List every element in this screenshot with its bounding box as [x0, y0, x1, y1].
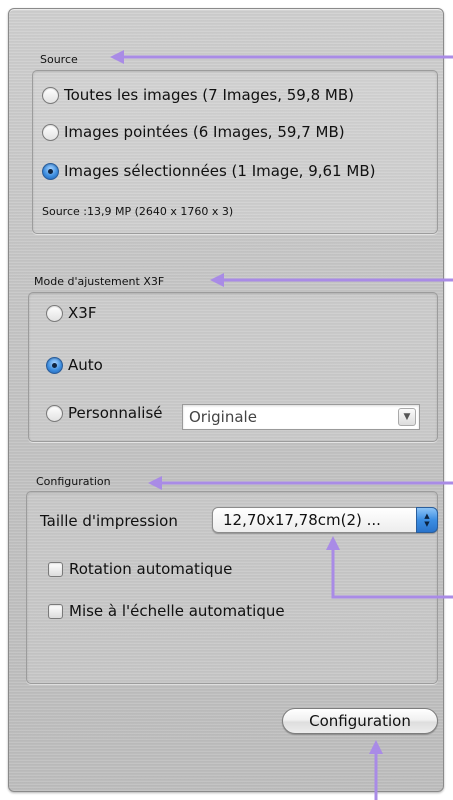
- radio-x3f-indicator[interactable]: [46, 304, 63, 322]
- source-group-label: Source: [40, 53, 78, 66]
- radio-selected-images-indicator[interactable]: [42, 162, 59, 180]
- source-info: Source :13,9 MP (2640 x 1760 x 3): [42, 205, 234, 218]
- radio-selected-images[interactable]: Images sélectionnées (1 Image, 9,61 MB): [42, 162, 375, 180]
- radio-all-images-label: Toutes les images (7 Images, 59,8 MB): [64, 86, 355, 104]
- radio-custom-label: Personnalisé: [68, 404, 163, 422]
- chevron-down-icon[interactable]: ▼: [398, 408, 416, 426]
- radio-flagged-images-label: Images pointées (6 Images, 59,7 MB): [64, 123, 345, 141]
- radio-flagged-images[interactable]: Images pointées (6 Images, 59,7 MB): [42, 123, 345, 141]
- print-size-popup[interactable]: 12,70x17,78cm(2) ... ▲ ▼: [212, 507, 438, 533]
- radio-flagged-images-indicator[interactable]: [42, 123, 59, 141]
- radio-selected-images-label: Images sélectionnées (1 Image, 9,61 MB): [64, 162, 376, 180]
- radio-custom-indicator[interactable]: [46, 404, 63, 422]
- auto-rotate-checkbox[interactable]: [48, 561, 63, 577]
- custom-mode-value: Originale: [189, 408, 257, 426]
- auto-scale-label: Mise à l'échelle automatique: [69, 602, 285, 620]
- auto-scale-checkbox-row[interactable]: Mise à l'échelle automatique: [48, 602, 285, 620]
- auto-scale-checkbox[interactable]: [48, 603, 63, 619]
- radio-x3f-label: X3F: [68, 304, 97, 322]
- print-size-value: 12,70x17,78cm(2) ...: [223, 511, 381, 529]
- auto-rotate-checkbox-row[interactable]: Rotation automatique: [48, 560, 232, 578]
- radio-custom[interactable]: Personnalisé: [46, 404, 162, 422]
- custom-mode-combo[interactable]: Originale ▼: [182, 404, 420, 430]
- configuration-group-label: Configuration: [36, 475, 111, 488]
- radio-auto-indicator[interactable]: [46, 356, 63, 374]
- radio-all-images[interactable]: Toutes les images (7 Images, 59,8 MB): [42, 86, 354, 104]
- radio-auto[interactable]: Auto: [46, 356, 103, 374]
- radio-x3f[interactable]: X3F: [46, 304, 96, 322]
- up-down-stepper-icon[interactable]: ▲ ▼: [416, 507, 438, 533]
- radio-auto-label: Auto: [68, 356, 103, 374]
- mode-group-label: Mode d'ajustement X3F: [34, 275, 165, 288]
- radio-all-images-indicator[interactable]: [42, 86, 59, 104]
- auto-rotate-label: Rotation automatique: [69, 560, 233, 578]
- print-size-label: Taille d'impression: [40, 512, 178, 530]
- configuration-button[interactable]: Configuration: [282, 708, 438, 734]
